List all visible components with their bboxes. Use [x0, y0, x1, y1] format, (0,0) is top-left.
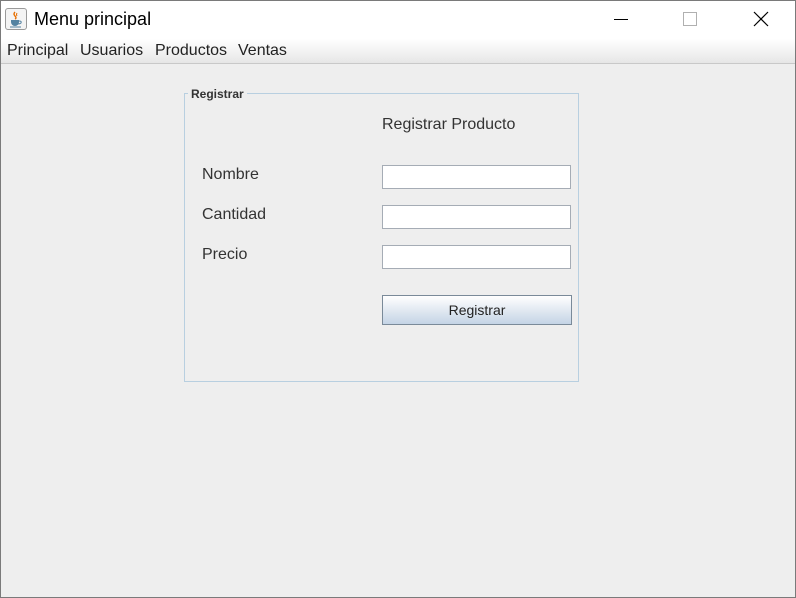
window-title: Menu principal — [34, 9, 152, 29]
form-heading: Registrar Producto — [382, 116, 516, 133]
menu-principal[interactable]: Principal — [7, 42, 68, 60]
close-icon — [753, 11, 769, 27]
java-cup-icon — [5, 8, 27, 30]
maximize-icon — [683, 12, 697, 26]
registrar-button[interactable]: Registrar — [382, 295, 572, 325]
nombre-input[interactable] — [382, 165, 571, 189]
close-button[interactable] — [725, 1, 795, 39]
cantidad-label: Cantidad — [202, 206, 267, 223]
menu-bar: Principal Usuarios Productos Ventas — [1, 39, 795, 64]
minimize-button[interactable] — [586, 1, 656, 39]
title-bar[interactable]: Menu principal — [1, 1, 795, 39]
menu-ventas[interactable]: Ventas — [238, 42, 287, 60]
menu-productos[interactable]: Productos — [155, 42, 227, 60]
register-panel: Registrar Registrar Producto Nombre Cant… — [184, 87, 579, 382]
minimize-icon — [614, 19, 628, 20]
precio-input[interactable] — [382, 245, 571, 269]
maximize-button[interactable] — [655, 1, 725, 39]
precio-label: Precio — [202, 246, 248, 263]
nombre-label: Nombre — [202, 166, 259, 183]
panel-legend: Registrar — [188, 87, 247, 101]
cantidad-input[interactable] — [382, 205, 571, 229]
menu-usuarios[interactable]: Usuarios — [80, 42, 143, 60]
app-window: Menu principal Principal Usuarios Produc… — [0, 0, 796, 598]
